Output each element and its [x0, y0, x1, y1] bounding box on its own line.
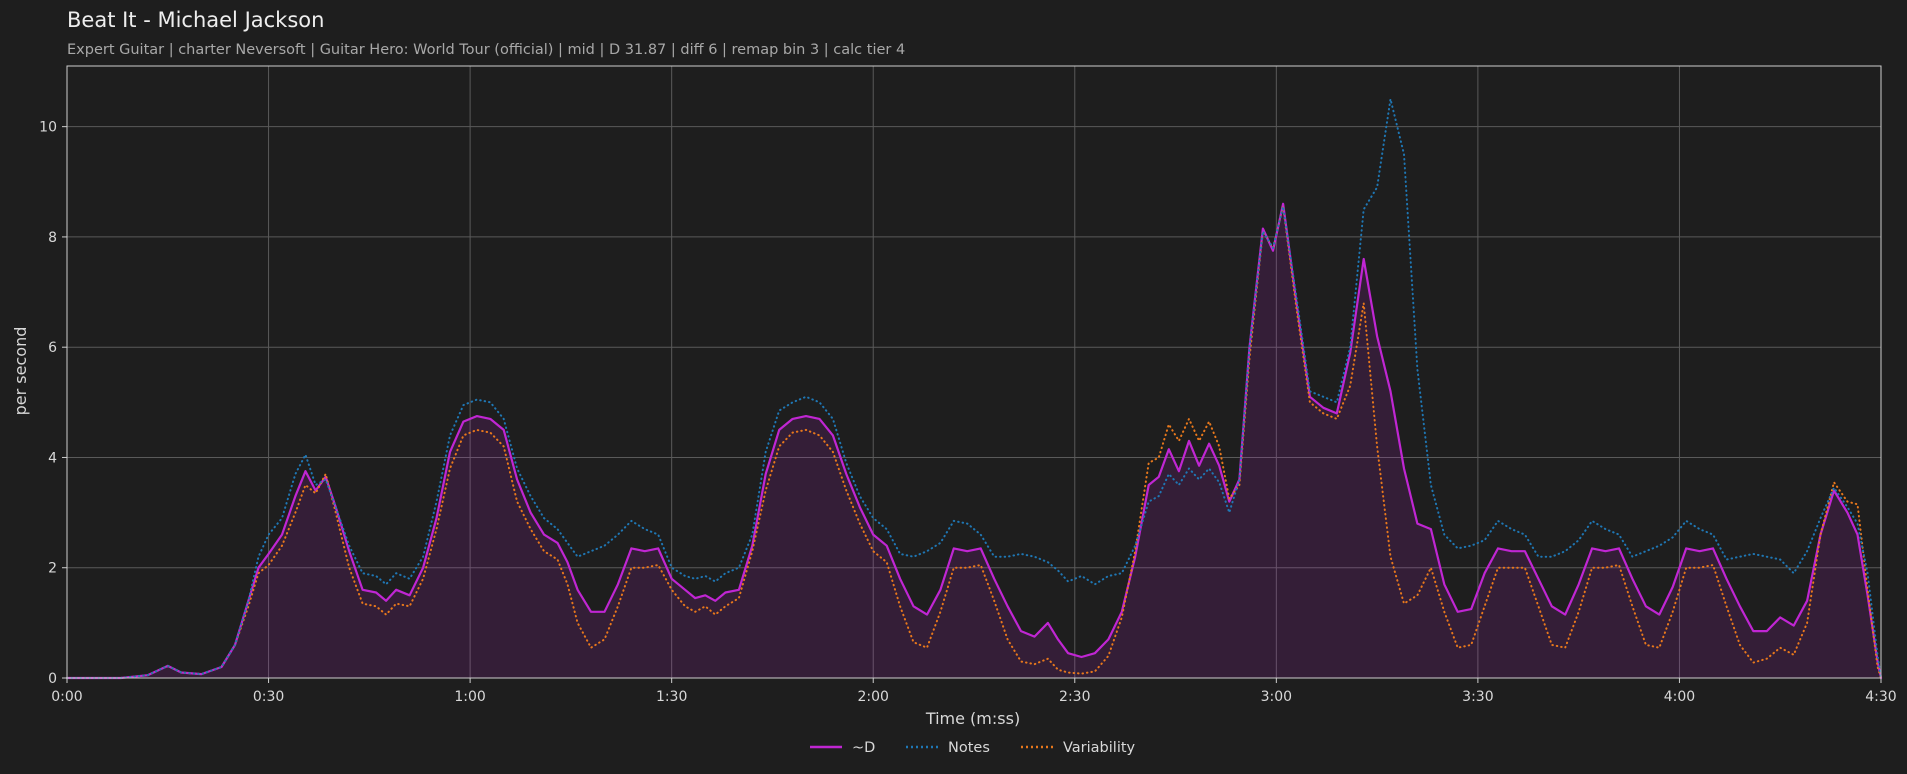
y-tick-label: 8: [48, 230, 57, 246]
y-tick-label: 10: [39, 120, 57, 136]
chart: Beat It - Michael Jackson Expert Guitar …: [11, 8, 1897, 756]
x-tick-label: 3:00: [1261, 689, 1292, 705]
series-fill-0: [67, 203, 1881, 679]
y-tick-label: 6: [48, 340, 57, 356]
y-tick-label: 0: [48, 671, 57, 687]
y-tick-label: 2: [48, 561, 57, 577]
x-tick-label: 1:30: [656, 689, 687, 705]
legend-item-notes: Notes: [906, 740, 990, 756]
x-tick-label: 2:00: [857, 689, 888, 705]
chart-title: Beat It - Michael Jackson: [67, 8, 324, 32]
x-tick-label: 4:00: [1664, 689, 1695, 705]
y-axis-title: per second: [11, 327, 30, 416]
x-tick-label: 0:00: [51, 689, 82, 705]
legend-item-variability: Variability: [1021, 740, 1136, 756]
y-tick-label: 4: [48, 450, 57, 466]
x-tick-label: 2:30: [1059, 689, 1090, 705]
x-axis-ticks: 0:00 0:30 1:00 1:30 2:00 2:30 3:00 3:30 4:00 4:30: [51, 678, 1897, 705]
legend-label-variability: Variability: [1063, 740, 1136, 756]
x-tick-label: 0:30: [253, 689, 284, 705]
legend: ~D Notes Variability: [810, 740, 1136, 756]
legend-label-notes: Notes: [948, 740, 990, 756]
x-tick-label: 3:30: [1462, 689, 1493, 705]
x-axis-title: Time (m:ss): [925, 709, 1020, 728]
x-tick-label: 1:00: [454, 689, 485, 705]
chart-subtitle: Expert Guitar | charter Neversoft | Guit…: [67, 42, 905, 58]
legend-label-d: ~D: [852, 740, 875, 756]
legend-item-d: ~D: [810, 740, 875, 756]
x-tick-label: 4:30: [1865, 689, 1896, 705]
y-axis-ticks: 0 2 4 6 8 10: [39, 120, 67, 687]
area-fill: [67, 203, 1881, 679]
